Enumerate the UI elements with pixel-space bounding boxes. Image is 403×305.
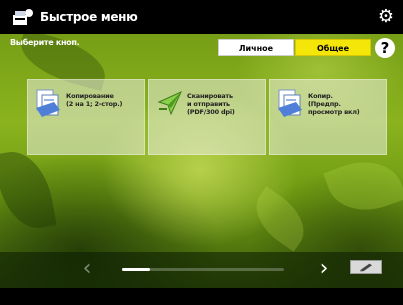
title-bar: Быстрое меню ⚙ <box>0 0 403 34</box>
quick-button-copy[interactable]: Копирование (2 на 1; 2-стор.) <box>27 79 145 155</box>
tab-shared[interactable]: Общее <box>295 39 371 56</box>
quick-button-copy-preview[interactable]: Копир. (Предпр. просмотр вкл) <box>269 79 387 155</box>
page-title: Быстрое меню <box>40 10 138 24</box>
gear-icon[interactable]: ⚙ <box>377 8 395 26</box>
copy-preview-icon <box>278 89 302 117</box>
edit-icon[interactable] <box>350 260 382 274</box>
chevron-left-icon[interactable]: ‹ <box>77 257 97 281</box>
chevron-right-icon[interactable]: › <box>314 257 334 281</box>
background-leaf <box>244 186 316 252</box>
quick-button-label: Сканировать и отправить (PDF/300 dpi) <box>187 92 235 116</box>
quick-menu-screen: Быстрое меню ⚙ Выберите кноп. Личное Общ… <box>0 0 403 305</box>
quick-button-label: Копир. (Предпр. просмотр вкл) <box>308 92 360 116</box>
instruction-text: Выберите кноп. <box>10 38 80 47</box>
page-scrollbar[interactable] <box>122 268 284 271</box>
footer-bar <box>0 288 403 305</box>
background-leaf <box>323 149 403 223</box>
scrollbar-thumb[interactable] <box>122 268 150 271</box>
quick-menu-icon <box>13 9 33 25</box>
help-icon[interactable]: ? <box>375 38 395 58</box>
tab-personal[interactable]: Личное <box>218 39 294 56</box>
quick-button-label: Копирование (2 на 1; 2-стор.) <box>66 92 123 108</box>
background-leaf <box>0 146 57 234</box>
scan-send-icon <box>157 90 183 116</box>
copy-icon <box>36 89 60 117</box>
quick-button-scan-send[interactable]: Сканировать и отправить (PDF/300 dpi) <box>148 79 266 155</box>
